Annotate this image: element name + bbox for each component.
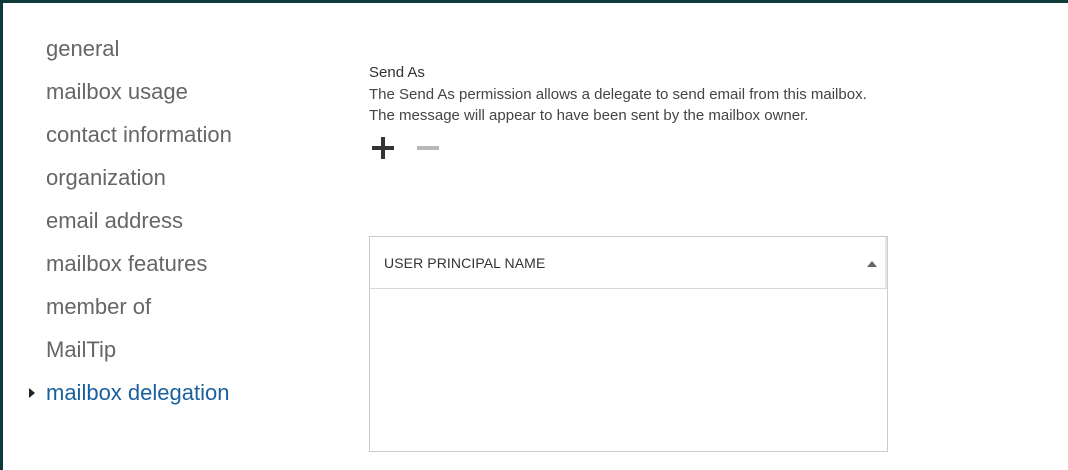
nav-item-label: mailbox features	[46, 251, 208, 276]
column-header-label: USER PRINCIPAL NAME	[384, 255, 546, 271]
nav-item-label: mailbox delegation	[46, 380, 230, 405]
nav-item-label: member of	[46, 294, 152, 319]
nav-item-member-of[interactable]: member of	[46, 290, 232, 333]
nav-item-organization[interactable]: organization	[46, 161, 232, 204]
nav-item-label: MailTip	[46, 337, 117, 362]
nav-item-mailtip[interactable]: MailTip	[46, 333, 232, 376]
nav-item-general[interactable]: general	[46, 32, 232, 75]
add-delegate-button[interactable]	[372, 137, 394, 159]
nav-item-mailbox-features[interactable]: mailbox features	[46, 247, 232, 290]
nav-item-label: organization	[46, 165, 166, 190]
sort-ascending-icon	[867, 261, 877, 267]
section-description: The Send As permission allows a delegate…	[369, 86, 867, 124]
nav-item-mailbox-delegation[interactable]: mailbox delegation	[29, 376, 232, 419]
nav-item-contact-information[interactable]: contact information	[46, 118, 232, 161]
send-as-section: Send As The Send As permission allows a …	[369, 60, 889, 452]
nav-item-label: general	[46, 36, 120, 61]
selected-arrow-icon	[29, 388, 35, 398]
nav-item-mailbox-usage[interactable]: mailbox usage	[46, 75, 232, 118]
sidebar-nav: general mailbox usage contact informatio…	[29, 32, 232, 419]
remove-delegate-button[interactable]	[417, 137, 439, 159]
section-title: Send As	[369, 64, 425, 81]
column-header-user-principal-name[interactable]: USER PRINCIPAL NAME	[370, 237, 887, 289]
nav-item-label: email address	[46, 208, 183, 233]
nav-item-email-address[interactable]: email address	[46, 204, 232, 247]
permission-toolbar	[369, 130, 889, 166]
nav-item-label: mailbox usage	[46, 79, 188, 104]
table-body[interactable]	[370, 289, 887, 451]
column-divider	[885, 237, 887, 288]
delegates-table: USER PRINCIPAL NAME	[369, 236, 888, 452]
nav-item-label: contact information	[46, 122, 232, 147]
